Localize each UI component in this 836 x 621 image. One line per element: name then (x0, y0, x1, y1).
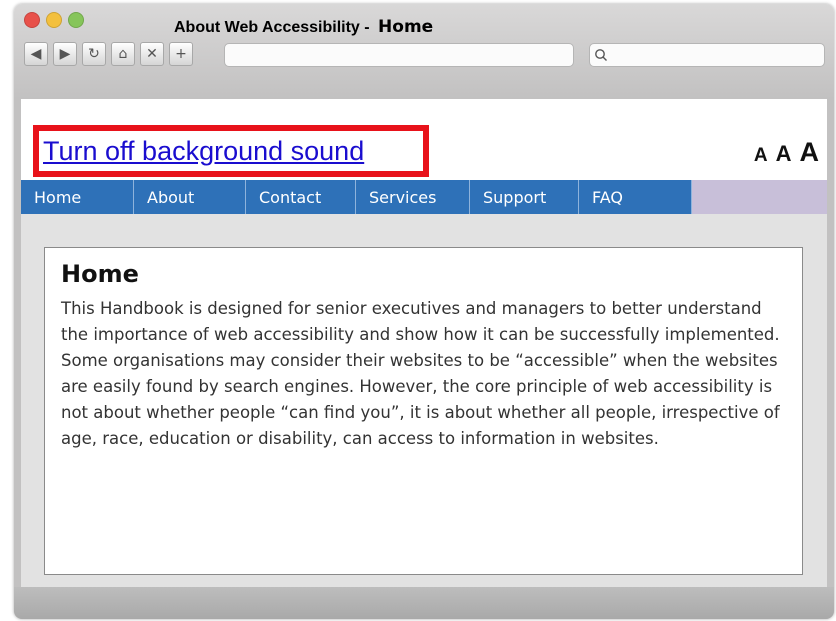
window-title-prefix: About Web Accessibility - (174, 19, 370, 36)
window-controls (24, 12, 84, 28)
turn-off-sound-link[interactable]: Turn off background sound (33, 125, 429, 177)
back-button[interactable]: ◀ (24, 42, 48, 66)
text-size-large[interactable]: A (800, 137, 820, 168)
page-heading: Home (61, 260, 139, 288)
browser-toolbar: ◀ ▶ ↻ ⌂ ✕ + (24, 42, 193, 66)
back-icon: ◀ (30, 46, 42, 62)
text-size-small[interactable]: A (754, 145, 768, 167)
reload-button[interactable]: ↻ (82, 42, 106, 66)
main-nav: Home About Contact Services Support FAQ (21, 180, 827, 214)
minimize-window-button[interactable] (46, 12, 62, 28)
content-panel: Home This Handbook is designed for senio… (44, 247, 803, 575)
nav-item-home[interactable]: Home (21, 180, 134, 214)
reload-icon: ↻ (88, 46, 100, 62)
home-icon: ⌂ (118, 46, 128, 62)
nav-item-contact[interactable]: Contact (246, 180, 356, 214)
window-title-page: Home (378, 17, 434, 37)
forward-button[interactable]: ▶ (53, 42, 77, 66)
home-button[interactable]: ⌂ (111, 42, 135, 66)
status-bar (14, 587, 834, 619)
address-bar[interactable] (224, 43, 574, 67)
page-viewport: Turn off background sound A A A Home Abo… (21, 99, 827, 599)
window-title: About Web Accessibility - Home (174, 17, 433, 37)
nav-item-about[interactable]: About (134, 180, 246, 214)
search-icon (595, 49, 607, 61)
text-size-controls: A A A (754, 137, 819, 168)
nav-item-services[interactable]: Services (356, 180, 470, 214)
browser-window: About Web Accessibility - Home ◀ ▶ ↻ ⌂ ✕… (14, 4, 834, 619)
close-icon: ✕ (146, 46, 158, 62)
stop-button[interactable]: ✕ (140, 42, 164, 66)
nav-item-support[interactable]: Support (470, 180, 579, 214)
text-size-medium[interactable]: A (776, 141, 792, 167)
page-body-text: This Handbook is designed for senior exe… (61, 299, 780, 448)
search-field[interactable] (589, 43, 825, 67)
close-window-button[interactable] (24, 12, 40, 28)
forward-icon: ▶ (59, 46, 71, 62)
new-tab-button[interactable]: + (169, 42, 193, 66)
zoom-window-button[interactable] (68, 12, 84, 28)
nav-item-faq[interactable]: FAQ (579, 180, 692, 214)
new-tab-icon: + (175, 46, 187, 62)
